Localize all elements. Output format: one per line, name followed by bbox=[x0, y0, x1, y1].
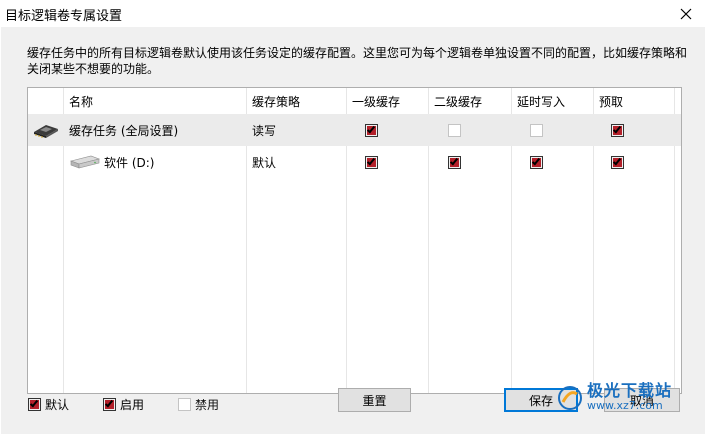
legend-disabled: 禁用 bbox=[178, 396, 219, 413]
disabled-checkbox-icon bbox=[178, 398, 191, 411]
prefetch-checkbox[interactable] bbox=[611, 146, 624, 178]
legend-enabled: 启用 bbox=[103, 396, 144, 413]
title-bar: 目标逻辑卷专属设置 bbox=[0, 0, 706, 27]
close-button[interactable] bbox=[666, 0, 706, 27]
column-header-policy[interactable]: 缓存策略 bbox=[252, 88, 300, 114]
column-header-l1-cache[interactable]: 一级缓存 bbox=[352, 88, 400, 114]
volume-list[interactable]: 名称 缓存策略 一级缓存 二级缓存 延时写入 预取 缓存任务 (全局设置) 读写 bbox=[27, 87, 682, 394]
l1-cache-checkbox[interactable] bbox=[365, 146, 378, 178]
save-button[interactable]: 保存 bbox=[504, 388, 578, 412]
window-title: 目标逻辑卷专属设置 bbox=[5, 9, 123, 24]
delay-write-checkbox bbox=[530, 114, 543, 146]
legend-default: 默认 bbox=[28, 396, 69, 413]
row-policy: 默认 bbox=[252, 155, 277, 170]
row-name: 缓存任务 (全局设置) bbox=[69, 123, 179, 138]
drive-icon bbox=[69, 155, 101, 169]
row-icon-cell bbox=[28, 114, 63, 146]
l2-cache-checkbox[interactable] bbox=[448, 146, 461, 178]
l2-cache-checkbox bbox=[448, 114, 461, 146]
row-name: 软件 (D:) bbox=[104, 155, 155, 170]
legend-disabled-label: 禁用 bbox=[195, 398, 220, 412]
legend-default-label: 默认 bbox=[45, 398, 70, 412]
row-policy: 读写 bbox=[252, 123, 277, 138]
legend-enabled-label: 启用 bbox=[120, 398, 145, 412]
table-row[interactable]: 软件 (D:) 默认 bbox=[28, 146, 681, 178]
default-checkbox-icon bbox=[28, 398, 41, 411]
close-icon bbox=[680, 8, 692, 19]
column-header-delay-write[interactable]: 延时写入 bbox=[517, 88, 565, 114]
l1-cache-checkbox[interactable] bbox=[365, 114, 378, 146]
reset-button[interactable]: 重置 bbox=[338, 388, 411, 412]
delay-write-checkbox[interactable] bbox=[530, 146, 543, 178]
enabled-checkbox-icon bbox=[103, 398, 116, 411]
chip-icon bbox=[33, 125, 58, 138]
column-header-prefetch[interactable]: 预取 bbox=[599, 88, 623, 114]
row-icon-cell bbox=[68, 146, 102, 178]
cancel-button[interactable]: 取消 bbox=[604, 388, 680, 412]
column-header-l2-cache[interactable]: 二级缓存 bbox=[434, 88, 482, 114]
description-text: 缓存任务中的所有目标逻辑卷默认使用该任务设定的缓存配置。这里您可为每个逻辑卷单独… bbox=[27, 46, 688, 76]
dialog-body: 缓存任务中的所有目标逻辑卷默认使用该任务设定的缓存配置。这里您可为每个逻辑卷单独… bbox=[1, 27, 705, 434]
column-header-name[interactable]: 名称 bbox=[69, 88, 93, 114]
table-row[interactable]: 缓存任务 (全局设置) 读写 bbox=[28, 114, 681, 146]
prefetch-checkbox[interactable] bbox=[611, 114, 624, 146]
